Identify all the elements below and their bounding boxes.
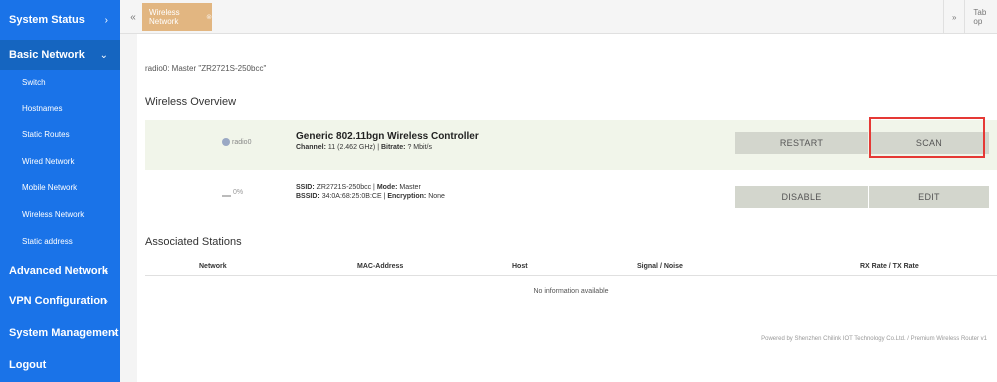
sidebar-item-basic-network[interactable]: Basic Network ⌄	[0, 40, 120, 70]
sidebar-item-system-management[interactable]: System Management ›	[0, 318, 120, 348]
network-ssid-line: SSID: ZR2721S-250bcc | Mode: Master	[296, 184, 421, 191]
divider	[943, 0, 944, 34]
stations-table-header: Network MAC-Address Host Signal / Noise …	[145, 260, 997, 276]
sidebar-item-vpn-configuration[interactable]: VPN Configuration ›	[0, 286, 120, 316]
controller-info: Generic 802.11bgn Wireless Controller Ch…	[296, 131, 479, 151]
column-header-host: Host	[512, 263, 528, 270]
sidebar-subitem-hostnames[interactable]: Hostnames	[0, 97, 120, 119]
column-header-rx-tx-rate: RX Rate / TX Rate	[860, 263, 919, 270]
sidebar-subitem-static-address[interactable]: Static address	[0, 230, 120, 252]
wireless-overview-title: Wireless Overview	[145, 96, 237, 108]
breadcrumb: radio0: Master "ZR2721S-250bcc"	[145, 64, 267, 73]
sidebar-subitem-mobile-network[interactable]: Mobile Network	[0, 176, 120, 198]
chevron-right-icon: ›	[112, 327, 116, 339]
footer-text: Powered by Shenzhen Chilink IOT Technolo…	[761, 336, 987, 342]
tab-bar-right: » Tab op	[935, 0, 997, 34]
column-header-network: Network	[199, 263, 227, 270]
sidebar-item-logout[interactable]: Logout	[0, 350, 120, 380]
restart-button[interactable]: RESTART	[735, 132, 868, 154]
wifi-icon	[222, 138, 230, 146]
disable-button[interactable]: DISABLE	[735, 186, 868, 208]
signal-icon	[222, 188, 231, 197]
divider	[964, 0, 966, 34]
controller-details: Channel: 11 (2.462 GHz) | Bitrate: ? Mbi…	[296, 144, 432, 151]
sidebar-subitem-switch[interactable]: Switch	[0, 71, 120, 93]
sidebar-item-advanced-network[interactable]: Advanced Network ›	[0, 256, 120, 286]
associated-stations-title: Associated Stations	[145, 236, 242, 248]
edit-button[interactable]: EDIT	[869, 186, 989, 208]
chevron-right-icon: ›	[104, 265, 108, 277]
column-header-signal-noise: Signal / Noise	[637, 263, 683, 270]
sidebar-subitem-wireless-network[interactable]: Wireless Network	[0, 203, 120, 225]
tab-options-button[interactable]: Tab op	[973, 8, 997, 26]
chevron-right-icon: ›	[104, 295, 108, 307]
tab-scroll-left-icon[interactable]: «	[124, 0, 142, 34]
tab-wireless-network[interactable]: Wireless Network ⊗	[142, 3, 212, 31]
tab-close-icon[interactable]: ⊗	[206, 13, 212, 21]
radio-icon: radio0	[222, 138, 251, 146]
content-panel: radio0: Master "ZR2721S-250bcc" Wireless…	[137, 34, 997, 382]
sidebar-subitem-static-routes[interactable]: Static Routes	[0, 123, 120, 145]
sidebar: System Status › Basic Network ⌄ Switch H…	[0, 0, 120, 382]
sidebar-item-system-status[interactable]: System Status ›	[0, 5, 120, 35]
column-header-mac-address: MAC-Address	[357, 263, 404, 270]
stations-empty-message: No information available	[533, 288, 609, 295]
controller-title: Generic 802.11bgn Wireless Controller	[296, 131, 479, 142]
tab-scroll-right-icon[interactable]: »	[952, 13, 956, 22]
network-info: SSID: ZR2721S-250bcc | Mode: Master BSSI…	[296, 184, 445, 200]
scan-button[interactable]: SCAN	[869, 132, 989, 154]
tab-bar: « Wireless Network ⊗ » Tab op	[120, 0, 997, 34]
chevron-right-icon: ›	[104, 14, 108, 26]
chevron-down-icon: ⌄	[99, 49, 108, 61]
signal-indicator: 0%	[222, 188, 243, 197]
network-bssid-line: BSSID: 34:0A:68:25:0B:CE | Encryption: N…	[296, 193, 445, 200]
main-area: radio0: Master "ZR2721S-250bcc" Wireless…	[120, 34, 997, 382]
sidebar-subitem-wired-network[interactable]: Wired Network	[0, 150, 120, 172]
